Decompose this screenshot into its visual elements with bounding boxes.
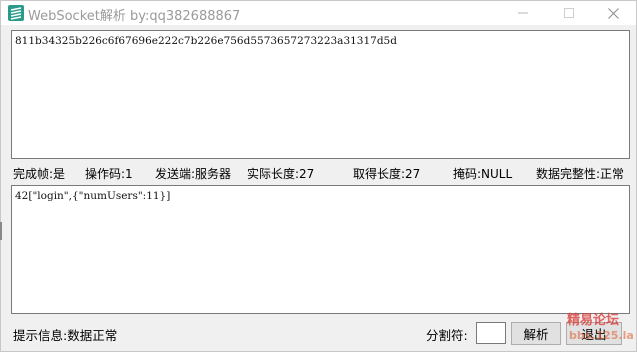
- obtained-length-label: 取得长度:27: [353, 167, 421, 181]
- app-window: WebSocket解析 by:qq382688867 811b34325b226…: [0, 0, 637, 352]
- decoded-output-textarea[interactable]: 42["login",{"numUsers":11}]: [11, 185, 630, 314]
- close-icon: [607, 7, 619, 19]
- hex-input-text: 811b34325b226c6f67696e222c7b226e756d5573…: [15, 35, 397, 47]
- status-hint: 提示信息:数据正常: [13, 328, 118, 343]
- hex-input-textarea[interactable]: 811b34325b226c6f67696e222c7b226e756d5573…: [11, 30, 630, 159]
- actual-length-label: 实际长度:27: [247, 167, 315, 181]
- sender-label: 发送端:服务器: [155, 167, 232, 181]
- app-logo-icon: [7, 4, 25, 22]
- window-title: WebSocket解析 by:qq382688867: [28, 9, 241, 24]
- separator-input[interactable]: [476, 322, 506, 344]
- decoded-output-text: 42["login",{"numUsers":11}]: [15, 190, 171, 202]
- frame-info-row: 完成帧:是 操作码:1 发送端:服务器 实际长度:27 取得长度:27 掩码:N…: [1, 163, 637, 181]
- separator-label: 分割符:: [426, 328, 468, 343]
- finish-frame-label: 完成帧:是: [13, 167, 66, 181]
- opcode-label: 操作码:1: [85, 167, 133, 181]
- forum-watermark: 精易论坛: [567, 313, 620, 328]
- integrity-label: 数据完整性:正常: [536, 167, 625, 181]
- minimize-icon: [518, 12, 528, 14]
- maximize-icon: [564, 8, 574, 18]
- mask-label: 掩码:NULL: [453, 167, 513, 181]
- title-bar[interactable]: WebSocket解析 by:qq382688867: [1, 1, 636, 25]
- background-window-edge: [0, 222, 2, 240]
- minimize-button[interactable]: [500, 1, 546, 25]
- maximize-button[interactable]: [546, 1, 592, 25]
- close-button[interactable]: [590, 1, 636, 25]
- parse-button[interactable]: 解析: [511, 322, 561, 345]
- forum-watermark-url: bbs.125.la: [569, 329, 634, 342]
